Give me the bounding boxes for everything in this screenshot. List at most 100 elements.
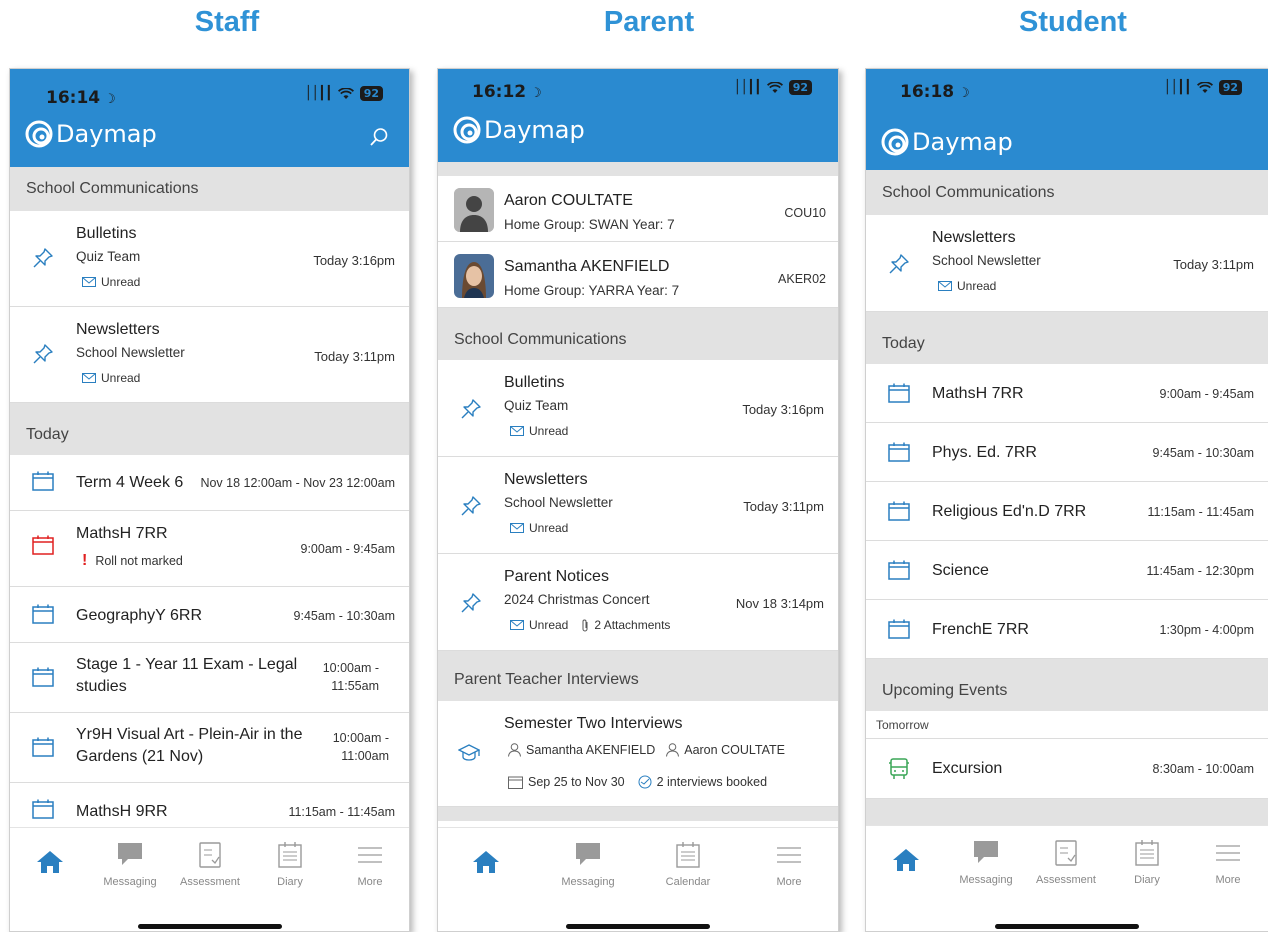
event-title: MathsH 7RR bbox=[76, 525, 168, 542]
daymap-logo: Daymap bbox=[452, 115, 585, 145]
handshake-icon bbox=[638, 775, 652, 789]
column-title-parent: Parent bbox=[603, 6, 695, 38]
pin-icon bbox=[460, 495, 482, 522]
avatar-placeholder bbox=[454, 188, 494, 232]
comm-item-newsletters[interactable]: Newsletters School Newsletter Unread Tod… bbox=[438, 457, 838, 554]
student-name: Samantha AKENFIELD bbox=[504, 258, 670, 275]
calendar-icon bbox=[32, 667, 54, 692]
event-time: 9:00am - 9:45am bbox=[1159, 387, 1255, 401]
status-bar: 16:14 ☽ ││┃┃ 92 bbox=[10, 69, 409, 113]
avatar-photo bbox=[454, 254, 494, 298]
event-time: 10:00am -11:55am bbox=[322, 661, 379, 693]
graduation-cap-icon bbox=[457, 743, 481, 768]
event-item[interactable]: FrenchE 7RR 1:30pm - 4:00pm bbox=[866, 600, 1268, 659]
diary-icon bbox=[1135, 840, 1159, 871]
event-item[interactable]: MathsH 7RR ! Roll not marked 9:00am - 9:4… bbox=[10, 511, 409, 587]
section-parent-teacher-interviews: Parent Teacher Interviews bbox=[438, 651, 838, 701]
comm-subtitle: School Newsletter bbox=[76, 345, 185, 360]
menu-icon bbox=[1216, 844, 1240, 867]
signal-icon: ││┃┃ bbox=[1163, 80, 1191, 95]
home-icon bbox=[892, 848, 920, 877]
column-title-staff: Staff bbox=[194, 6, 260, 38]
comm-time: Today 3:16pm bbox=[742, 402, 824, 417]
student-code: AKER02 bbox=[778, 272, 826, 286]
unread-status: Unread bbox=[510, 424, 568, 438]
student-row[interactable]: Samantha AKENFIELD Home Group: YARRA Yea… bbox=[438, 242, 838, 308]
envelope-icon bbox=[510, 426, 524, 436]
event-item[interactable]: Term 4 Week 6 Nov 18 12:00am - Nov 23 12… bbox=[10, 455, 409, 511]
comm-item-parent-notices[interactable]: Parent Notices 2024 Christmas Concert Un… bbox=[438, 554, 838, 651]
student-phone: 16:18 ☽ ││┃┃ 92 Daymap School Communicati… bbox=[865, 68, 1268, 932]
search-icon[interactable] bbox=[369, 127, 389, 152]
status-time: 16:18 ☽ bbox=[900, 82, 970, 102]
status-time: 16:14 ☽ bbox=[46, 88, 116, 108]
event-title: Excursion bbox=[932, 760, 1003, 777]
calendar-icon bbox=[888, 501, 910, 526]
menu-icon bbox=[777, 846, 801, 869]
event-item[interactable]: Yr9H Visual Art - Plein-Air in the Garden… bbox=[10, 713, 409, 783]
comm-item-bulletins[interactable]: Bulletins Quiz Team Unread Today 3:16pm bbox=[438, 360, 838, 457]
event-time: 1:30pm - 4:00pm bbox=[1159, 623, 1255, 637]
brand-name: Daymap bbox=[56, 120, 157, 148]
column-title-student: Student bbox=[1019, 6, 1127, 38]
status-time: 16:12 ☽ bbox=[472, 82, 542, 102]
pin-icon bbox=[460, 592, 482, 619]
unread-status: Unread bbox=[82, 275, 140, 289]
staff-phone: 16:14 ☽ ││┃┃ 92 Daymap School Communicati… bbox=[9, 68, 410, 932]
comm-title: Bulletins bbox=[504, 374, 565, 391]
event-time: 11:45am - 12:30pm bbox=[1146, 564, 1254, 578]
event-item[interactable]: GeographyY 6RR 9:45am - 10:30am bbox=[10, 587, 409, 643]
event-item[interactable]: MathsH 7RR 9:00am - 9:45am bbox=[866, 364, 1268, 423]
pin-icon bbox=[32, 343, 54, 370]
comm-time: Today 3:11pm bbox=[314, 349, 395, 364]
comm-item-newsletters[interactable]: Newsletters School Newsletter Unread Tod… bbox=[10, 307, 409, 403]
event-item[interactable]: Science 11:45am - 12:30pm bbox=[866, 541, 1268, 600]
bus-icon bbox=[888, 758, 910, 785]
comm-item-bulletins[interactable]: Bulletins Quiz Team Unread Today 3:16pm bbox=[10, 211, 409, 307]
student-row[interactable]: Aaron COULTATE Home Group: SWAN Year: 7 … bbox=[438, 176, 838, 242]
signal-icon: ││┃┃ bbox=[304, 86, 332, 101]
bottom-tab-bar: Messaging Calendar More bbox=[438, 827, 838, 931]
unread-status: Unread 2 Attachments bbox=[510, 618, 670, 632]
comm-time: Today 3:11pm bbox=[743, 499, 824, 514]
bottom-tab-bar: Messaging Assessment Diary More bbox=[866, 825, 1268, 931]
calendar-icon bbox=[32, 737, 54, 762]
clipboard-icon bbox=[199, 842, 221, 873]
event-item[interactable]: Excursion 8:30am - 10:00am bbox=[866, 739, 1268, 799]
chat-icon bbox=[117, 842, 143, 871]
calendar-icon bbox=[508, 776, 523, 789]
chat-icon bbox=[575, 842, 601, 871]
calendar-icon bbox=[888, 560, 910, 585]
section-upcoming-events: Upcoming Events bbox=[866, 659, 1268, 711]
calendar-icon bbox=[888, 442, 910, 467]
home-icon bbox=[36, 850, 64, 879]
event-title: Religious Ed'n.D 7RR bbox=[932, 503, 1087, 520]
comm-subtitle: Quiz Team bbox=[76, 249, 141, 264]
battery-icon: 92 bbox=[1218, 80, 1242, 95]
status-bar: 16:12 ☽ ││┃┃ 92 bbox=[438, 69, 838, 113]
event-item[interactable]: Stage 1 - Year 11 Exam - Legal studies 10… bbox=[10, 643, 409, 713]
comm-subtitle: School Newsletter bbox=[504, 495, 613, 510]
event-item[interactable]: Phys. Ed. 7RR 9:45am - 10:30am bbox=[866, 423, 1268, 482]
calendar-icon bbox=[888, 383, 910, 408]
wifi-icon bbox=[337, 87, 354, 100]
battery-icon: 92 bbox=[788, 80, 812, 95]
brand-name: Daymap bbox=[912, 128, 1013, 156]
calendar-icon bbox=[32, 471, 54, 496]
event-time: 9:00am - 9:45am bbox=[300, 542, 396, 556]
wifi-icon bbox=[1196, 81, 1213, 94]
calendar-icon bbox=[888, 619, 910, 644]
comm-time: Today 3:11pm bbox=[1173, 257, 1254, 272]
pin-icon bbox=[32, 247, 54, 274]
paperclip-icon bbox=[582, 619, 588, 631]
event-item[interactable]: Religious Ed'n.D 7RR 11:15am - 11:45am bbox=[866, 482, 1268, 541]
attachments-count: 2 Attachments bbox=[594, 618, 671, 632]
daymap-logo-icon bbox=[881, 128, 909, 156]
comm-item-newsletters[interactable]: Newsletters School Newsletter Unread Tod… bbox=[866, 215, 1268, 312]
student-code: COU10 bbox=[784, 206, 826, 220]
event-title: Stage 1 - Year 11 Exam - Legal studies bbox=[76, 656, 298, 695]
interview-item[interactable]: Semester Two Interviews Samantha AKENFIE… bbox=[438, 701, 838, 807]
pin-icon bbox=[888, 253, 910, 280]
comm-title: Newsletters bbox=[932, 229, 1016, 246]
envelope-icon bbox=[510, 523, 524, 533]
